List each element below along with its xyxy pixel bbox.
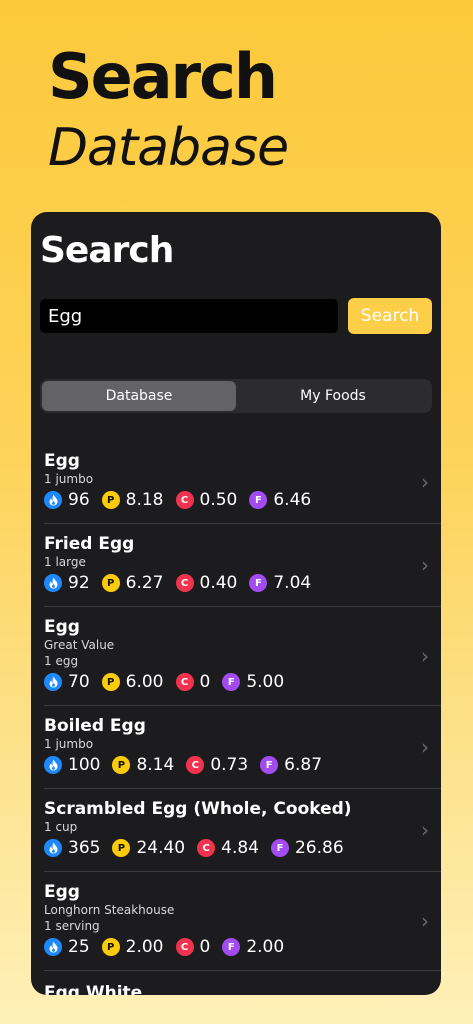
carbs-value: 0 xyxy=(199,937,211,957)
results-list: Egg 1 jumbo 96 P 8.18 C 0.50 F 6.46 › Fried Egg 1 l… xyxy=(31,441,441,995)
calories-value: 25 xyxy=(68,937,90,957)
protein-icon: P xyxy=(112,839,131,857)
list-item[interactable]: Fried Egg 1 large 92 P 6.27 C 0.40 F 7.04 › xyxy=(44,524,441,607)
carbs-value: 0.73 xyxy=(210,755,249,775)
protein-icon: P xyxy=(112,756,131,774)
fat-value: 5.00 xyxy=(246,672,285,692)
calories-value: 365 xyxy=(68,838,101,858)
protein-value: 6.00 xyxy=(125,672,164,692)
macro-summary: 96 P 8.18 C 0.50 F 6.46 xyxy=(44,489,441,511)
food-serving: 1 cup xyxy=(44,820,78,834)
protein-value: 24.40 xyxy=(136,838,186,858)
chevron-right-icon: › xyxy=(421,644,429,668)
fat-value: 6.46 xyxy=(273,490,312,510)
food-serving: 1 jumbo xyxy=(44,472,94,486)
protein-value: 8.18 xyxy=(125,490,164,510)
chevron-right-icon: › xyxy=(421,818,429,842)
food-serving: 1 jumbo xyxy=(44,737,94,751)
protein-icon: P xyxy=(101,938,120,956)
food-name: Egg xyxy=(44,617,80,637)
carbs-value: 0.40 xyxy=(199,573,238,593)
calories-value: 70 xyxy=(68,672,90,692)
chevron-right-icon: › xyxy=(421,553,429,577)
hero-title: Search xyxy=(48,40,278,113)
macro-summary: 100 P 8.14 C 0.73 F 6.87 xyxy=(44,754,441,776)
food-name: Fried Egg xyxy=(44,534,135,554)
chevron-right-icon: › xyxy=(421,735,429,759)
protein-icon: P xyxy=(101,673,120,691)
list-item[interactable]: Egg 1 jumbo 96 P 8.18 C 0.50 F 6.46 › xyxy=(44,441,441,524)
food-brand: Longhorn Steakhouse xyxy=(44,903,175,917)
tab-my-foods[interactable]: My Foods xyxy=(236,381,430,411)
fat-value: 26.86 xyxy=(294,838,344,858)
protein-icon: P xyxy=(101,491,120,509)
calories-value: 92 xyxy=(68,573,90,593)
carbs-icon: C xyxy=(175,938,194,956)
macro-summary: 92 P 6.27 C 0.40 F 7.04 xyxy=(44,572,441,594)
chevron-right-icon: › xyxy=(421,909,429,933)
fat-icon: F xyxy=(249,491,268,509)
food-name: Boiled Egg xyxy=(44,716,146,736)
fat-value: 6.87 xyxy=(284,755,323,775)
list-item[interactable]: Egg Great Value 1 egg 70 P 6.00 C 0 F 5.00 › xyxy=(44,607,441,706)
carbs-value: 0.50 xyxy=(199,490,238,510)
hero-subtitle: Database xyxy=(48,118,289,178)
macro-summary: 70 P 6.00 C 0 F 5.00 xyxy=(44,671,441,693)
food-name: Scrambled Egg (Whole, Cooked) xyxy=(44,799,352,819)
macro-summary: 25 P 2.00 C 0 F 2.00 xyxy=(44,936,441,958)
carbs-icon: C xyxy=(197,839,216,857)
flame-icon xyxy=(44,938,62,956)
tab-database[interactable]: Database xyxy=(42,381,236,411)
source-segmented-control: Database My Foods xyxy=(40,379,432,413)
flame-icon xyxy=(44,839,62,857)
calories-value: 100 xyxy=(68,755,101,775)
chevron-right-icon: › xyxy=(421,470,429,494)
list-item[interactable]: Egg White xyxy=(44,971,441,995)
carbs-icon: C xyxy=(175,574,194,592)
food-serving: 1 serving xyxy=(44,919,100,933)
fat-value: 7.04 xyxy=(273,573,312,593)
search-button[interactable]: Search xyxy=(348,298,432,334)
carbs-value: 4.84 xyxy=(221,838,259,858)
list-item[interactable]: Boiled Egg 1 jumbo 100 P 8.14 C 0.73 F 6.87 › xyxy=(44,706,441,789)
fat-value: 2.00 xyxy=(246,937,285,957)
search-input-value: Egg xyxy=(48,305,83,327)
page-title: Search xyxy=(40,230,174,271)
fat-icon: F xyxy=(260,756,279,774)
protein-value: 6.27 xyxy=(125,573,164,593)
list-item[interactable]: Egg Longhorn Steakhouse 1 serving 25 P 2.00 C 0… xyxy=(44,872,441,971)
protein-value: 8.14 xyxy=(136,755,175,775)
food-name: Egg xyxy=(44,882,80,902)
fat-icon: F xyxy=(249,574,268,592)
flame-icon xyxy=(44,756,62,774)
list-item[interactable]: Scrambled Egg (Whole, Cooked) 1 cup 365 P 24… xyxy=(44,789,441,872)
search-input[interactable]: Egg xyxy=(40,299,338,333)
macro-summary: 365 P 24.40 C 4.84 F 26.86 xyxy=(44,837,441,859)
protein-value: 2.00 xyxy=(125,937,164,957)
carbs-value: 0 xyxy=(199,672,211,692)
carbs-icon: C xyxy=(175,491,194,509)
flame-icon xyxy=(44,491,62,509)
fat-icon: F xyxy=(222,938,241,956)
food-brand: Great Value xyxy=(44,638,115,652)
carbs-icon: C xyxy=(186,756,205,774)
food-name: Egg White xyxy=(44,983,143,995)
calories-value: 96 xyxy=(68,490,90,510)
flame-icon xyxy=(44,574,62,592)
hero: Search Database xyxy=(48,38,289,180)
protein-icon: P xyxy=(101,574,120,592)
fat-icon: F xyxy=(222,673,241,691)
carbs-icon: C xyxy=(175,673,194,691)
search-screen: Search Egg Search Database My Foods Egg 1… xyxy=(31,212,441,995)
fat-icon: F xyxy=(270,839,289,857)
flame-icon xyxy=(44,673,62,691)
food-serving: 1 large xyxy=(44,555,86,569)
food-serving: 1 egg xyxy=(44,654,79,668)
food-name: Egg xyxy=(44,451,80,471)
